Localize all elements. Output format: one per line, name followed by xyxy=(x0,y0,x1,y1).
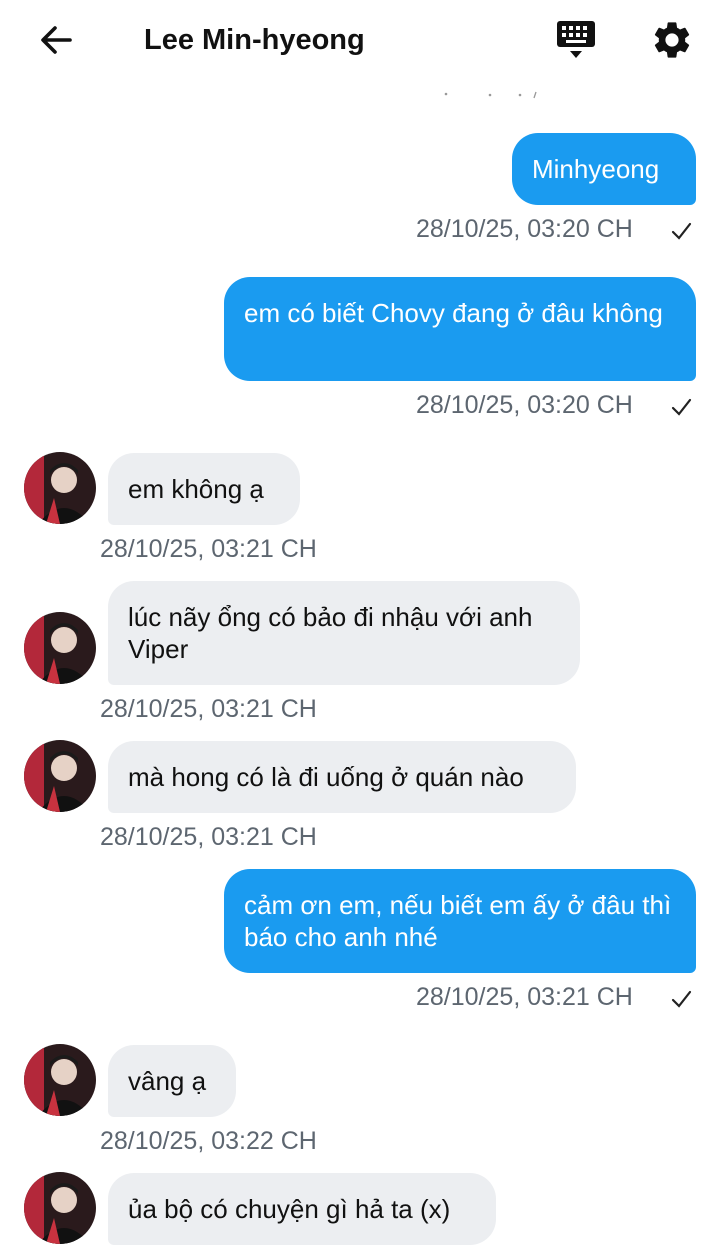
checkmark-icon xyxy=(671,222,692,240)
avatar[interactable] xyxy=(24,1044,96,1116)
message-bubble-outgoing[interactable]: em có biết Chovy đang ở đâu không xyxy=(224,277,696,381)
gear-icon xyxy=(654,22,690,58)
checkmark-icon xyxy=(671,398,692,416)
message-timestamp: 28/10/25, 03:21 CH xyxy=(416,983,633,1011)
message-text: cảm ơn em, nếu biết em ấy ở đâu thì báo … xyxy=(244,890,672,952)
message-timestamp: 28/10/25, 03:20 CH xyxy=(416,215,633,243)
avatar[interactable] xyxy=(24,452,96,524)
message-timestamp: 28/10/25, 03:21 CH xyxy=(100,535,317,563)
scroll-fragment xyxy=(444,91,537,99)
message-bubble-outgoing[interactable]: Minhyeong xyxy=(512,133,696,205)
message-text: ủa bộ có chuyện gì hả ta (x) xyxy=(128,1194,451,1224)
keyboard-button[interactable] xyxy=(554,18,598,62)
avatar[interactable] xyxy=(24,1172,96,1244)
avatar[interactable] xyxy=(24,740,96,812)
message-timestamp: 28/10/25, 03:22 CH xyxy=(100,1127,317,1155)
page-title: Lee Min-hyeong xyxy=(144,24,365,56)
settings-button[interactable] xyxy=(650,18,694,62)
message-text: lúc nãy ổng có bảo đi nhậu với anh Viper xyxy=(128,602,533,664)
message-text: em không ạ xyxy=(128,474,264,504)
message-text: em có biết Chovy đang ở đâu không xyxy=(244,298,663,328)
message-timestamp: 28/10/25, 03:21 CH xyxy=(100,823,317,851)
message-bubble-incoming[interactable]: lúc nãy ổng có bảo đi nhậu với anh Viper xyxy=(108,581,580,685)
chat-header: Lee Min-hyeong xyxy=(0,0,720,84)
message-text: vâng ạ xyxy=(128,1066,207,1096)
message-bubble-incoming[interactable]: vâng ạ xyxy=(108,1045,236,1117)
message-timestamp: 28/10/25, 03:21 CH xyxy=(100,695,317,723)
message-text: Minhyeong xyxy=(532,154,660,184)
back-button[interactable] xyxy=(36,20,76,60)
checkmark-icon xyxy=(671,990,692,1008)
message-bubble-outgoing[interactable]: cảm ơn em, nếu biết em ấy ở đâu thì báo … xyxy=(224,869,696,973)
message-timestamp: 28/10/25, 03:20 CH xyxy=(416,391,633,419)
keyboard-icon xyxy=(557,21,595,58)
avatar[interactable] xyxy=(24,612,96,684)
arrow-left-icon xyxy=(41,26,72,54)
message-bubble-incoming[interactable]: em không ạ xyxy=(108,453,300,525)
message-bubble-incoming[interactable]: mà hong có là đi uống ở quán nào xyxy=(108,741,576,813)
message-text: mà hong có là đi uống ở quán nào xyxy=(128,762,524,792)
message-bubble-incoming[interactable]: ủa bộ có chuyện gì hả ta (x) xyxy=(108,1173,496,1245)
